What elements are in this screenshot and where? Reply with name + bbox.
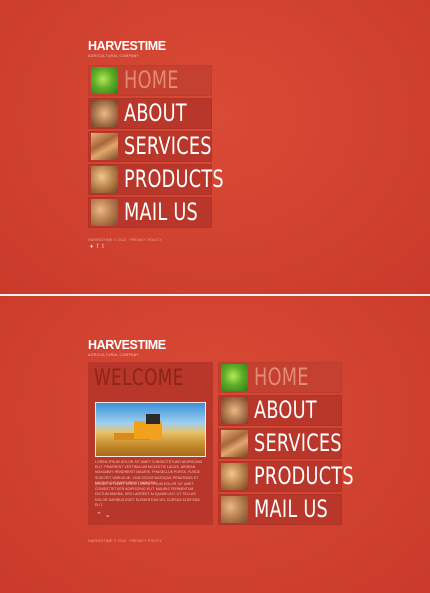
menu-label-home: HOME: [124, 66, 179, 94]
logo-tagline: AGRICULTURAL COMPANY: [88, 353, 140, 357]
menu-item-mail-us[interactable]: MAIL US: [218, 494, 342, 525]
menu-label-products: PRODUCTS: [254, 462, 354, 490]
menu-item-about[interactable]: ABOUT: [88, 98, 212, 129]
wheat-icon: [91, 133, 118, 160]
welcome-paragraph-2: DONEC SIT AMET EROS. LOREM IPSUM DOLOR S…: [95, 482, 201, 507]
logo-title: HARVESTIME: [88, 39, 166, 53]
menu-item-mail-us[interactable]: MAIL US: [88, 197, 212, 228]
top-screen: HARVESTIME AGRICULTURAL COMPANY HOME ABO…: [0, 0, 430, 294]
nuts-icon: [221, 496, 248, 523]
nuts-icon: [91, 199, 118, 226]
menu-item-products[interactable]: PRODUCTS: [88, 164, 224, 195]
social-icons[interactable]: ♦ f t: [90, 244, 105, 250]
menu-item-services[interactable]: SERVICES: [218, 428, 342, 459]
footer-copyright: HARVESTIME © 2012 · PRIVACY POLICY: [88, 539, 162, 543]
main-menu: HOME ABOUT SERVICES PRODUCTS MAIL US: [88, 65, 224, 230]
potato-icon: [221, 397, 248, 424]
logo[interactable]: HARVESTIME AGRICULTURAL COMPANY: [88, 39, 166, 59]
bread-icon: [91, 166, 118, 193]
menu-label-products: PRODUCTS: [124, 165, 224, 193]
harvester-image: [96, 403, 205, 456]
menu-label-mail-us: MAIL US: [124, 198, 199, 226]
potato-icon: [91, 100, 118, 127]
logo-tagline: AGRICULTURAL COMPANY: [88, 54, 140, 58]
menu-label-mail-us: MAIL US: [254, 495, 329, 523]
menu-item-products[interactable]: PRODUCTS: [218, 461, 354, 492]
menu-label-services: SERVICES: [254, 429, 342, 457]
harvester-cab-shape: [146, 414, 160, 424]
welcome-title: WELCOME: [94, 366, 184, 391]
menu-label-about: ABOUT: [124, 99, 187, 127]
menu-label-about: ABOUT: [254, 396, 317, 424]
scroll-arrows: ⌃ ⌄: [96, 511, 114, 519]
bottom-screen: HARVESTIME AGRICULTURAL COMPANY HOME ABO…: [0, 296, 430, 593]
menu-item-home[interactable]: HOME: [218, 362, 342, 393]
main-menu: HOME ABOUT SERVICES PRODUCTS MAIL US: [218, 362, 354, 527]
wheat-icon: [221, 430, 248, 457]
harvester-photo: [95, 402, 206, 457]
arrow-up-icon[interactable]: ⌃: [96, 512, 102, 519]
arrow-down-icon[interactable]: ⌄: [105, 512, 111, 519]
menu-item-services[interactable]: SERVICES: [88, 131, 212, 162]
menu-label-services: SERVICES: [124, 132, 212, 160]
lettuce-icon: [91, 67, 118, 94]
menu-label-home: HOME: [254, 363, 309, 391]
menu-item-about[interactable]: ABOUT: [218, 395, 342, 426]
logo[interactable]: HARVESTIME AGRICULTURAL COMPANY: [88, 338, 166, 358]
bread-icon: [221, 463, 248, 490]
footer-copyright: HARVESTIME © 2012 · PRIVACY POLICY: [88, 238, 162, 242]
lettuce-icon: [221, 364, 248, 391]
welcome-panel: WELCOME LOREM IPSUM DOLOR SIT AMET CONSE…: [88, 362, 213, 525]
logo-title: HARVESTIME: [88, 338, 166, 352]
menu-item-home[interactable]: HOME: [88, 65, 212, 96]
